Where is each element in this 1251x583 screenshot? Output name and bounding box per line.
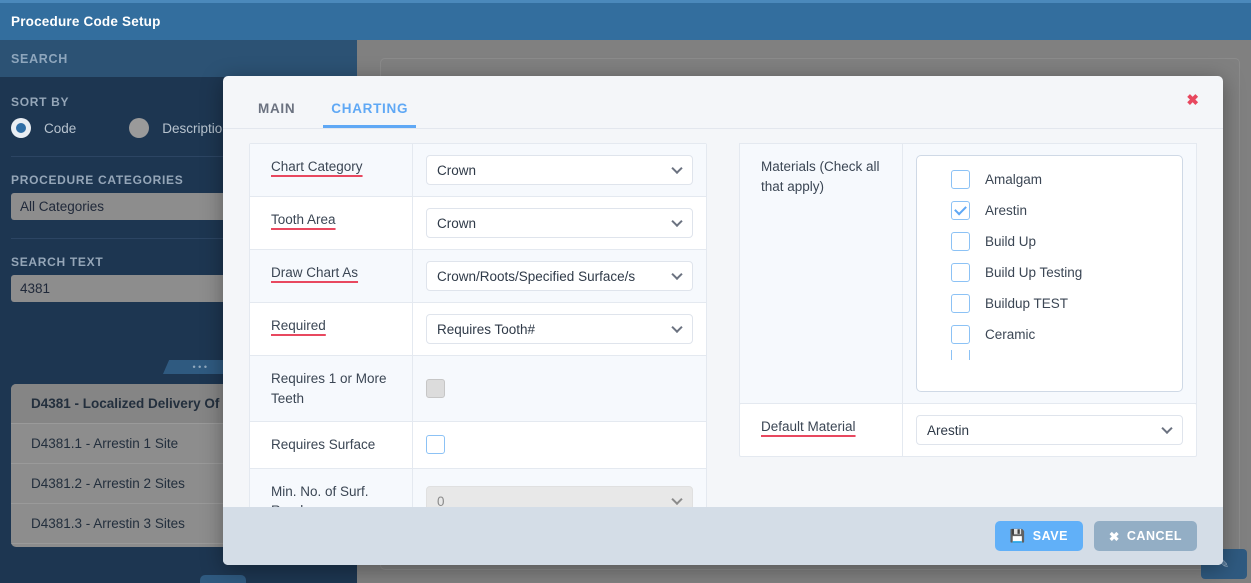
material-label: Buildup TEST <box>985 296 1068 311</box>
select-min-surfaces[interactable]: 0 <box>426 486 693 507</box>
radio-icon-selected[interactable] <box>11 118 31 138</box>
tab-charting[interactable]: CHARTING <box>323 101 416 128</box>
save-disk-icon: 💾 <box>1010 529 1026 544</box>
row-requires-teeth: Requires 1 or More Teeth <box>250 356 706 422</box>
checkbox-arestin[interactable] <box>951 201 970 220</box>
select-min-surfaces-value: 0 <box>437 494 445 507</box>
chevron-down-icon <box>1161 423 1172 434</box>
list-item[interactable]: Amalgam <box>917 164 1182 195</box>
checkbox-requires-surface[interactable] <box>426 435 445 454</box>
materials-column: Materials (Check all that apply) Amalgam… <box>739 143 1197 507</box>
add-procedure-button[interactable]: + <box>200 575 246 583</box>
label-chart-category: Chart Category <box>250 144 413 196</box>
sidebar-search-header: SEARCH <box>0 40 357 77</box>
materials-section: Materials (Check all that apply) Amalgam… <box>739 143 1197 404</box>
screen: Procedure Code Setup SEARCH SORT BY Code… <box>0 0 1251 583</box>
charting-modal: MAIN CHARTING ✖ Chart Category Crown <box>223 76 1223 565</box>
radio-icon-unselected[interactable] <box>129 118 149 138</box>
default-material-table: Default Material Arestin <box>739 403 1197 457</box>
modal-footer: 💾 SAVE ✖ CANCEL <box>223 507 1223 565</box>
label-min-surfaces: Min. No. of Surf. Reqd. <box>250 469 413 507</box>
app-titlebar: Procedure Code Setup <box>0 0 1251 40</box>
checkbox-build-up[interactable] <box>951 232 970 251</box>
checkbox-buildup-test[interactable] <box>951 294 970 313</box>
label-requires-teeth: Requires 1 or More Teeth <box>250 356 413 421</box>
select-default-material[interactable]: Arestin <box>916 415 1183 445</box>
page-title: Procedure Code Setup <box>0 14 161 29</box>
material-label: Arestin <box>985 203 1027 218</box>
modal-body: Chart Category Crown Tooth Area <box>223 129 1223 507</box>
chevron-down-icon <box>671 494 682 505</box>
label-tooth-area: Tooth Area <box>250 197 413 249</box>
select-required-value: Requires Tooth# <box>437 322 535 337</box>
checkbox-ceramic[interactable] <box>951 325 970 344</box>
select-required[interactable]: Requires Tooth# <box>426 314 693 344</box>
label-draw-chart-as: Draw Chart As <box>250 250 413 302</box>
select-draw-chart-as[interactable]: Crown/Roots/Specified Surface/s <box>426 261 693 291</box>
list-item[interactable]: Build Up Testing <box>917 257 1182 288</box>
chevron-down-icon <box>671 163 682 174</box>
close-icon[interactable]: ✖ <box>1186 93 1199 108</box>
cancel-button-label: CANCEL <box>1127 529 1182 543</box>
row-requires-surface: Requires Surface <box>250 422 706 469</box>
charting-fields-table: Chart Category Crown Tooth Area <box>249 143 707 507</box>
label-default-material: Default Material <box>740 404 903 456</box>
row-tooth-area: Tooth Area Crown <box>250 197 706 250</box>
list-item[interactable]: Arestin <box>917 195 1182 226</box>
list-item[interactable]: Build Up <box>917 226 1182 257</box>
material-label: Ceramic <box>985 327 1035 342</box>
cancel-x-icon: ✖ <box>1109 529 1120 544</box>
chevron-down-icon <box>671 216 682 227</box>
list-item[interactable]: Buildup TEST <box>917 288 1182 319</box>
checkbox-amalgam[interactable] <box>951 170 970 189</box>
save-button-label: SAVE <box>1033 529 1068 543</box>
checkbox-requires-teeth[interactable] <box>426 379 445 398</box>
material-label: Build Up <box>985 234 1036 249</box>
ellipsis-icon: ••• <box>193 362 210 372</box>
select-chart-category-value: Crown <box>437 163 476 178</box>
radio-option-description[interactable]: Description <box>129 118 230 138</box>
charting-fields-column: Chart Category Crown Tooth Area <box>249 143 707 507</box>
list-item-partial[interactable] <box>917 350 1182 360</box>
select-draw-chart-as-value: Crown/Roots/Specified Surface/s <box>437 269 635 284</box>
label-materials: Materials (Check all that apply) <box>740 144 903 403</box>
chevron-down-icon <box>671 322 682 333</box>
select-tooth-area[interactable]: Crown <box>426 208 693 238</box>
label-requires-surface: Requires Surface <box>250 422 413 468</box>
row-min-surfaces: Min. No. of Surf. Reqd. 0 <box>250 469 706 507</box>
sidebar-search-label: SEARCH <box>11 52 68 66</box>
radio-option-code[interactable]: Code <box>11 118 76 138</box>
tab-main[interactable]: MAIN <box>250 101 303 128</box>
chevron-down-icon <box>671 269 682 280</box>
select-chart-category[interactable]: Crown <box>426 155 693 185</box>
cancel-button[interactable]: ✖ CANCEL <box>1094 521 1197 551</box>
radio-label-description: Description <box>162 121 230 136</box>
select-default-material-value: Arestin <box>927 423 969 438</box>
row-draw-chart-as: Draw Chart As Crown/Roots/Specified Surf… <box>250 250 706 303</box>
select-tooth-area-value: Crown <box>437 216 476 231</box>
checkbox-build-up-testing[interactable] <box>951 263 970 282</box>
save-button[interactable]: 💾 SAVE <box>995 521 1083 551</box>
list-item[interactable]: Ceramic <box>917 319 1182 350</box>
row-chart-category: Chart Category Crown <box>250 144 706 197</box>
row-default-material: Default Material Arestin <box>740 404 1196 456</box>
label-required: Required <box>250 303 413 355</box>
checkbox-next-material[interactable] <box>951 350 970 360</box>
modal-tabs: MAIN CHARTING <box>250 101 436 128</box>
modal-header: MAIN CHARTING ✖ <box>223 76 1223 129</box>
radio-label-code: Code <box>44 121 76 136</box>
material-label: Amalgam <box>985 172 1042 187</box>
material-label: Build Up Testing <box>985 265 1082 280</box>
materials-checkbox-list[interactable]: Amalgam Arestin Build Up <box>916 155 1183 392</box>
row-required: Required Requires Tooth# <box>250 303 706 356</box>
